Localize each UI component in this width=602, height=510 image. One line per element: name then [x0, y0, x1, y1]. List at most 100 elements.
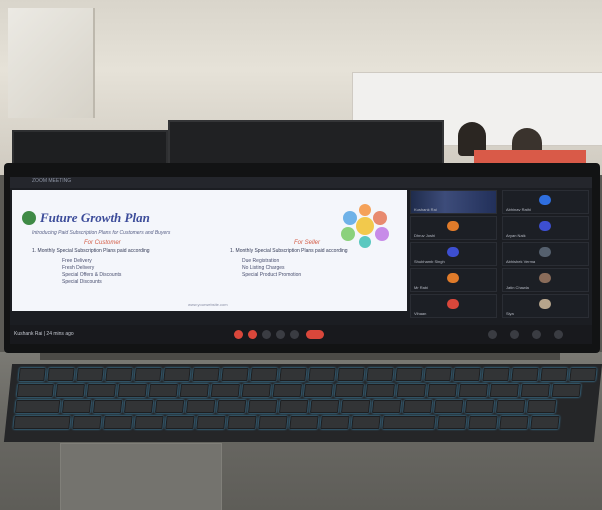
- participant-tile[interactable]: Abhishek Verma: [502, 242, 589, 266]
- key: [14, 400, 61, 413]
- participant-tile[interactable]: Shubhamb Singh: [410, 242, 497, 266]
- participant-name: Mr Rabi: [414, 285, 429, 290]
- key: [18, 368, 46, 381]
- participant-name: Shubhamb Singh: [414, 259, 445, 264]
- key: [468, 416, 498, 429]
- more-icon[interactable]: [290, 330, 299, 339]
- avatar: [447, 247, 459, 257]
- photo-scene: ZOOM MEETING Future Growth Plan Introduc…: [0, 0, 602, 510]
- participant-tile[interactable]: Kushank Rai: [410, 190, 497, 214]
- reactions-icon[interactable]: [276, 330, 285, 339]
- key: [216, 400, 247, 413]
- key: [16, 384, 54, 397]
- key: [303, 384, 333, 397]
- avatar: [539, 247, 551, 257]
- key: [86, 384, 116, 397]
- share-icon[interactable]: [262, 330, 271, 339]
- key: [511, 368, 539, 381]
- laptop-hinge: [40, 352, 560, 360]
- key: [569, 368, 597, 381]
- key: [179, 384, 209, 397]
- key: [530, 416, 560, 429]
- key: [340, 400, 371, 413]
- flower-diagram-icon: [341, 204, 389, 248]
- key: [47, 368, 75, 381]
- key: [540, 368, 568, 381]
- key: [13, 416, 71, 429]
- key: [366, 368, 394, 381]
- key: [163, 368, 191, 381]
- participant-tile[interactable]: Siya: [502, 294, 589, 318]
- key: [55, 384, 85, 397]
- slide-title: Future Growth Plan: [40, 210, 150, 225]
- key: [192, 368, 220, 381]
- key: [433, 400, 464, 413]
- key: [458, 384, 488, 397]
- info-icon[interactable]: [488, 330, 497, 339]
- activities-icon[interactable]: [554, 330, 563, 339]
- mute-icon[interactable]: [234, 330, 243, 339]
- red-desk-item: [474, 150, 586, 164]
- key: [308, 368, 336, 381]
- right-heading: For Seller: [294, 240, 321, 246]
- participant-tile[interactable]: Aryan Naik: [502, 216, 589, 240]
- key: [123, 400, 154, 413]
- key: [371, 400, 402, 413]
- key: [402, 400, 433, 413]
- participant-tile[interactable]: Jatin Chawla: [502, 268, 589, 292]
- bullet-item: No Listing Charges: [242, 265, 285, 271]
- avatar: [539, 273, 551, 283]
- participant-name: Aryan Naik: [506, 233, 526, 238]
- key: [227, 416, 257, 429]
- key: [103, 416, 133, 429]
- key: [241, 384, 271, 397]
- camera-icon[interactable]: [248, 330, 257, 339]
- participant-name: Abhinav Rathi: [506, 207, 531, 212]
- shared-slide: Future Growth Plan Introducing Paid Subs…: [12, 190, 407, 311]
- key: [396, 384, 426, 397]
- people-icon[interactable]: [510, 330, 519, 339]
- key-row: [13, 416, 560, 429]
- key: [92, 400, 123, 413]
- bottom-status: Kushank Rai | 24 mins ago: [14, 331, 74, 337]
- bullet-item: Due Registration: [242, 258, 280, 264]
- chat-icon[interactable]: [532, 330, 541, 339]
- key: [272, 384, 302, 397]
- key: [105, 368, 133, 381]
- participant-tile[interactable]: Vihaan: [410, 294, 497, 318]
- right-bullets: Due Registration No Listing Charges Spec…: [242, 258, 301, 279]
- key: [148, 384, 178, 397]
- key: [154, 400, 185, 413]
- participant-name: Dhruv Joshi: [414, 233, 436, 238]
- bullet-item: Fresh Delivery: [62, 265, 95, 271]
- key: [134, 368, 162, 381]
- key: [334, 384, 364, 397]
- left-text: 1. Monthly Special Subscription Plans pa…: [32, 248, 150, 254]
- key-row: [18, 368, 597, 381]
- key: [247, 400, 278, 413]
- key: [520, 384, 550, 397]
- key: [526, 400, 557, 413]
- laptop-keyboard: [3, 364, 602, 442]
- leave-button[interactable]: [306, 330, 324, 339]
- key: [72, 416, 102, 429]
- participant-tile[interactable]: Mr Rabi: [410, 268, 497, 292]
- key: [453, 368, 481, 381]
- left-bullets: Free Delivery Fresh Delivery Special Off…: [62, 258, 121, 286]
- meeting-title-bar: ZOOM MEETING: [10, 177, 592, 188]
- avatar: [447, 221, 459, 231]
- participant-tile[interactable]: Abhinav Rathi: [502, 190, 589, 214]
- key: [365, 384, 395, 397]
- slide-subtitle: Introducing Paid Subscription Plans for …: [32, 230, 171, 236]
- participant-name: Vihaan: [414, 311, 427, 316]
- key: [382, 416, 436, 429]
- bullet-item: Special Offers & Discounts: [62, 272, 122, 278]
- key: [351, 416, 381, 429]
- room-window: [8, 8, 95, 118]
- key: [221, 368, 249, 381]
- participant-tile[interactable]: Dhruv Joshi: [410, 216, 497, 240]
- key: [250, 368, 278, 381]
- touchpad: [60, 443, 222, 510]
- key: [337, 368, 365, 381]
- key: [279, 368, 307, 381]
